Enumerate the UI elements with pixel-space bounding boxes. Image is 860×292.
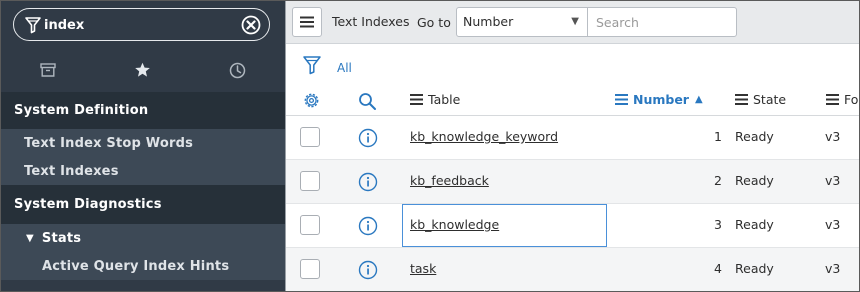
column-menu-icon	[826, 94, 839, 105]
nav-item-label: Stats	[41, 230, 82, 246]
info-icon[interactable]	[358, 172, 378, 192]
section-system-diagnostics[interactable]: System Diagnostics	[0, 185, 285, 224]
column-menu-icon	[410, 94, 423, 105]
row-version: v3	[825, 173, 841, 188]
row-number: 1	[714, 129, 722, 144]
breadcrumb-all[interactable]: All	[337, 61, 352, 75]
table-row[interactable]: kb_feedback 2 Ready v3	[286, 160, 860, 204]
list-menu-button[interactable]	[292, 7, 322, 37]
column-menu-icon	[615, 94, 628, 105]
section-label: System Diagnostics	[14, 197, 162, 212]
row-version: v3	[825, 217, 841, 232]
column-header-for[interactable]: For	[826, 92, 860, 107]
column-label: Number	[633, 92, 689, 107]
column-menu-icon	[735, 94, 748, 105]
row-checkbox[interactable]	[300, 171, 320, 191]
column-label: State	[753, 92, 787, 107]
nav-item-stats[interactable]: ▼ Stats	[0, 224, 285, 252]
row-number: 2	[714, 173, 722, 188]
nav-item-label: Text Indexes	[24, 163, 119, 179]
table-name-link[interactable]: task	[410, 261, 436, 276]
caret-down-icon: ▼	[26, 232, 34, 244]
gear-icon[interactable]	[302, 91, 321, 110]
table-name-link[interactable]: kb_knowledge	[410, 217, 499, 232]
search-input[interactable]	[587, 7, 737, 37]
clock-icon	[229, 62, 246, 78]
tab-history[interactable]	[190, 52, 285, 88]
nav-item-active-query-index-hints[interactable]: Active Query Index Hints	[0, 252, 285, 280]
row-version: v3	[825, 129, 841, 144]
nav-item-text-index-stop-words[interactable]: Text Index Stop Words	[0, 129, 285, 157]
column-header-table[interactable]: Table	[410, 92, 460, 107]
info-icon[interactable]	[358, 128, 378, 148]
column-label: For	[844, 92, 860, 107]
archive-icon	[39, 63, 56, 77]
hamburger-icon	[300, 16, 314, 28]
tab-favorites[interactable]	[95, 52, 190, 88]
sort-ascending-icon: ▲	[694, 94, 703, 105]
list-toolbar: Text Indexes Go to Number ▼	[286, 0, 860, 44]
section-label: System Definition	[14, 103, 149, 118]
navigator-filter[interactable]	[13, 8, 270, 41]
list-title: Text Indexes	[332, 14, 410, 29]
table-name-link[interactable]: kb_feedback	[410, 173, 489, 188]
section-system-definition[interactable]: System Definition	[0, 92, 285, 129]
filter-icon[interactable]	[302, 55, 322, 75]
table-name-link[interactable]: kb_knowledge_keyword	[410, 129, 558, 144]
dropdown-arrow-icon: ▼	[571, 16, 579, 27]
nav-item-label: Text Index Stop Words	[24, 135, 194, 151]
nav-item-text-indexes[interactable]: Text Indexes	[0, 157, 285, 185]
info-icon[interactable]	[358, 216, 378, 236]
goto-field-value: Number	[463, 14, 514, 29]
list-view: Text Indexes Go to Number ▼ All Table	[285, 0, 860, 292]
tab-all-applications[interactable]	[0, 52, 95, 88]
table-row[interactable]: task 4 Ready v3	[286, 248, 860, 292]
row-state: Ready	[735, 217, 774, 232]
filter-icon	[25, 17, 41, 34]
clear-filter-icon[interactable]	[241, 15, 261, 35]
navigator-sidebar: System Definition Text Index Stop Words …	[0, 0, 285, 292]
table-row[interactable]: kb_knowledge_keyword 1 Ready v3	[286, 116, 860, 160]
nav-item-label: Active Query Index Hints	[42, 258, 230, 274]
goto-field-select[interactable]: Number ▼	[456, 7, 588, 37]
row-number: 4	[714, 261, 722, 276]
row-state: Ready	[735, 261, 774, 276]
table-row[interactable]: kb_knowledge 3 Ready v3	[286, 204, 860, 248]
table-header: Table Number ▲ State For	[286, 85, 860, 116]
row-number: 3	[714, 217, 722, 232]
row-checkbox[interactable]	[300, 127, 320, 147]
column-header-state[interactable]: State	[735, 92, 786, 107]
column-label: Table	[428, 92, 461, 107]
row-version: v3	[825, 261, 841, 276]
navigator-tabs	[0, 52, 285, 88]
filter-breadcrumb-row: All	[286, 45, 860, 85]
navigator-filter-input[interactable]	[44, 13, 234, 37]
row-state: Ready	[735, 173, 774, 188]
column-header-number[interactable]: Number ▲	[615, 92, 703, 107]
row-state: Ready	[735, 129, 774, 144]
row-checkbox[interactable]	[300, 215, 320, 235]
search-icon[interactable]	[358, 92, 377, 111]
star-icon	[135, 62, 150, 77]
info-icon[interactable]	[358, 260, 378, 280]
goto-label: Go to	[417, 15, 451, 30]
row-checkbox[interactable]	[300, 259, 320, 279]
